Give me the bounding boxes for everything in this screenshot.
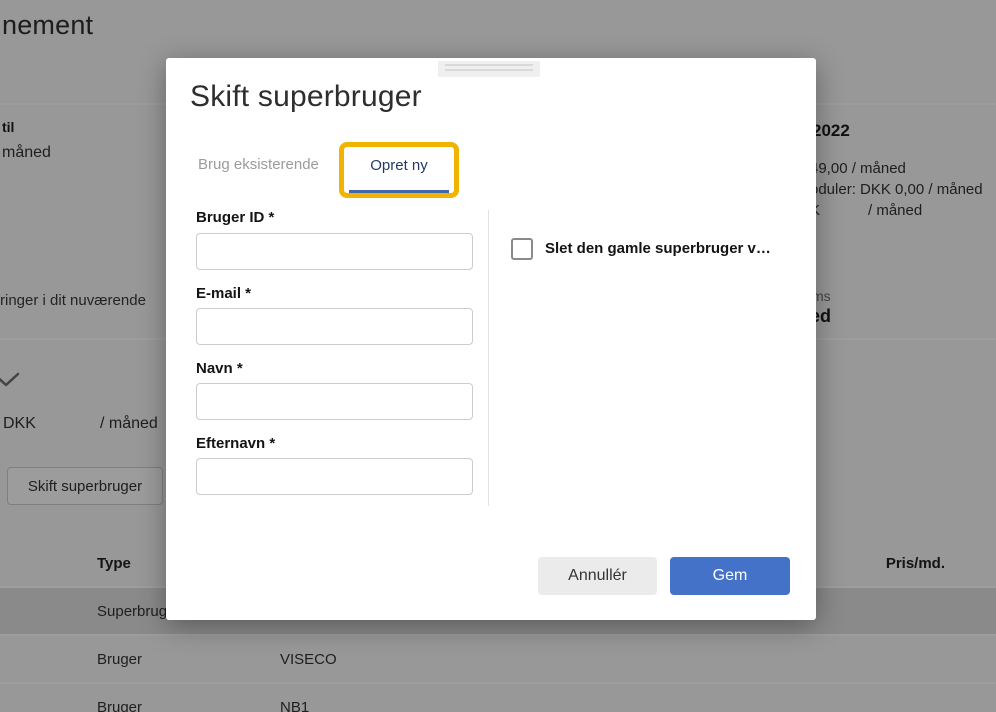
bruger-id-input[interactable] (196, 233, 473, 270)
delete-old-superuser-checkbox[interactable] (511, 238, 533, 260)
save-button[interactable]: Gem (670, 557, 790, 595)
drag-handle-icon[interactable] (438, 61, 540, 77)
delete-old-superuser-option[interactable]: Slet den gamle superbruger v… (511, 238, 796, 260)
email-label: E-mail * (196, 285, 251, 302)
delete-old-superuser-label: Slet den gamle superbruger v… (545, 238, 771, 260)
bruger-id-label: Bruger ID * (196, 209, 274, 226)
navn-label: Navn * (196, 360, 243, 377)
cancel-button[interactable]: Annullér (538, 557, 657, 595)
efternavn-input[interactable] (196, 458, 473, 495)
focus-highlight-box: Opret ny (339, 142, 459, 198)
tab-use-existing[interactable]: Brug eksisterende (198, 156, 319, 173)
tab-create-new[interactable]: Opret ny (349, 147, 449, 193)
change-superuser-dialog: Skift superbruger Brug eksisterende Opre… (166, 58, 816, 620)
email-input[interactable] (196, 308, 473, 345)
navn-input[interactable] (196, 383, 473, 420)
screen: nement til måned 2022 49,00 / måned odul… (0, 0, 996, 712)
efternavn-label: Efternavn * (196, 435, 275, 452)
dialog-title: Skift superbruger (190, 80, 422, 114)
vertical-divider (488, 210, 489, 506)
